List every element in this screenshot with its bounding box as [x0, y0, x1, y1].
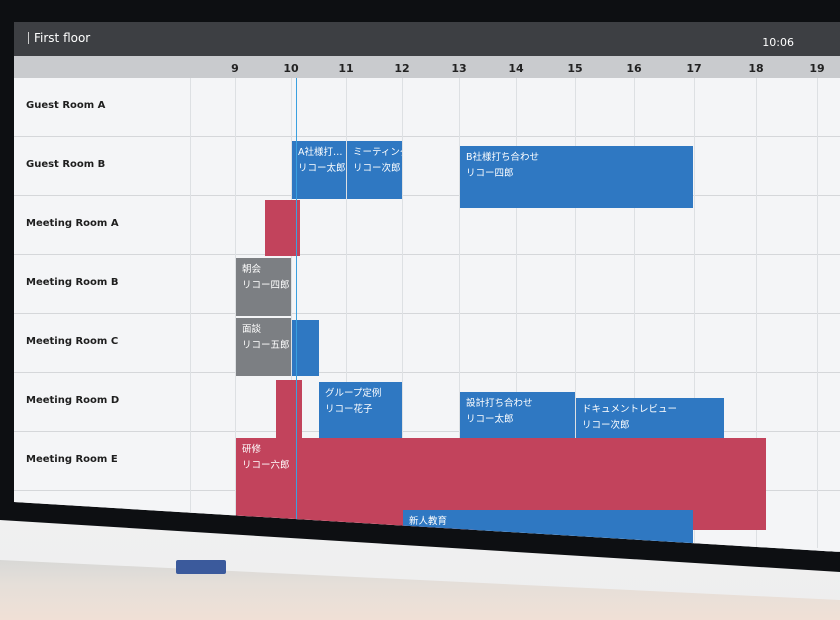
event-block[interactable]: 面談 リコー五郎 — [236, 318, 291, 376]
hour-label: 16 — [626, 62, 642, 75]
clock: 10:06 — [762, 36, 794, 49]
room-label: Meeting Room C — [26, 336, 119, 347]
room-row: Guest Room A — [14, 78, 840, 137]
room-label: Meeting Room D — [26, 395, 120, 406]
event-block[interactable]: B社様打ち合わせ リコー四郎 — [460, 146, 693, 208]
event-person: リコー花子 — [325, 404, 373, 415]
room-label: Guest Room A — [26, 100, 106, 111]
event-title: A社様打… — [298, 147, 343, 158]
event-person: リコー次郎 — [353, 163, 401, 174]
room-row: Meeting Room C — [14, 314, 840, 373]
room-label: Meeting Room A — [26, 218, 119, 229]
hour-header: 9 10 11 12 13 14 15 16 17 18 19 — [14, 56, 840, 78]
hour-label: 12 — [394, 62, 410, 75]
event-title: 新人教育 — [409, 516, 448, 527]
hour-label: 17 — [686, 62, 702, 75]
desk-surface — [0, 560, 840, 620]
event-title: 面談 — [242, 324, 262, 335]
hour-label: 15 — [567, 62, 583, 75]
schedule-screen: First floor 10:06 9 10 11 12 13 14 15 16… — [14, 22, 840, 552]
room-label: Meeting Room E — [26, 454, 118, 465]
event-block[interactable] — [265, 200, 300, 256]
event-person: リコー六郎 — [242, 460, 290, 471]
event-person: リコー次郎 — [582, 420, 630, 431]
hour-label: 19 — [809, 62, 825, 75]
event-title: ミーティング — [353, 147, 402, 158]
monitor-stand — [176, 560, 226, 574]
event-block[interactable]: グループ定例 リコー花子 — [319, 382, 402, 444]
room-label: Meeting Room B — [26, 277, 119, 288]
event-block[interactable]: ミーティング リコー次郎 — [347, 141, 402, 199]
event-block[interactable]: A社様打… リコー太郎 — [292, 141, 346, 199]
event-person: リコー太郎 — [466, 414, 514, 425]
event-title: 朝会 — [242, 264, 262, 275]
room-row: Meeting Room B — [14, 255, 840, 314]
top-bar: First floor 10:06 — [14, 22, 840, 56]
event-person: リコー四郎 — [466, 168, 514, 179]
hour-label: 11 — [338, 62, 354, 75]
room-label: Guest Room B — [26, 159, 106, 170]
event-title: B社様打ち合わせ — [466, 152, 540, 163]
event-title: ドキュメントレビュー — [582, 404, 678, 415]
event-title: 研修 — [242, 444, 262, 455]
grid-line — [817, 78, 818, 548]
event-title: グループ定例 — [325, 388, 382, 399]
event-block[interactable]: 朝会 リコー四郎 — [236, 258, 291, 316]
grid-line — [190, 78, 191, 548]
hour-label: 18 — [748, 62, 764, 75]
hour-label: 10 — [283, 62, 299, 75]
room-row: Guest Room B — [14, 137, 840, 196]
event-person: リコー太郎 — [298, 163, 346, 174]
hour-label: 13 — [451, 62, 467, 75]
event-title: 設計打ち合わせ — [466, 398, 533, 409]
room-row: Meeting Room A — [14, 196, 840, 255]
floor-title: First floor — [27, 31, 91, 45]
current-time-line — [296, 78, 297, 548]
hour-label: 9 — [231, 62, 239, 75]
event-block[interactable] — [276, 380, 302, 438]
hour-label: 14 — [508, 62, 524, 75]
event-person: リコー四郎 — [242, 280, 290, 291]
event-person: リコー五郎 — [242, 340, 290, 351]
